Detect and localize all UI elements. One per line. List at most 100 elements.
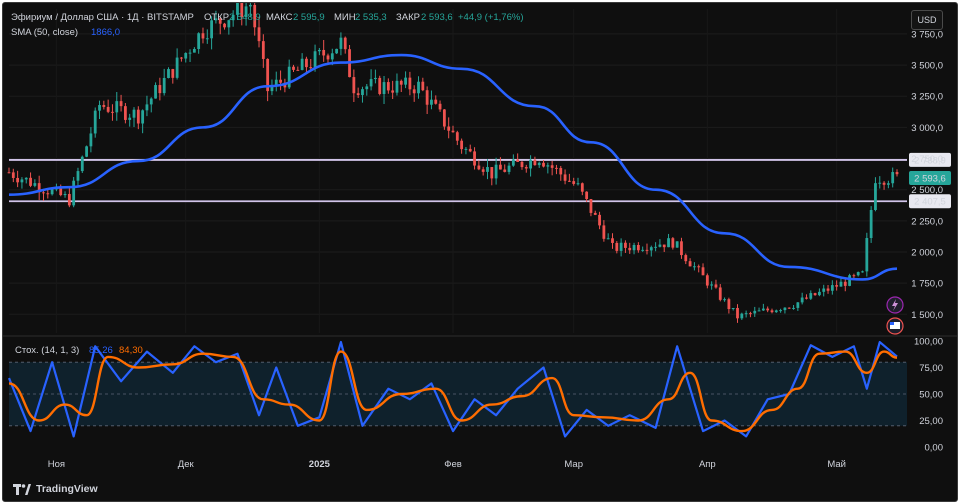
candle-body	[399, 80, 403, 85]
candle-body	[830, 285, 834, 291]
candle-body	[602, 225, 606, 239]
candle-body	[546, 165, 550, 167]
candle-body	[813, 293, 817, 296]
candle-body	[727, 299, 731, 310]
candle-body	[576, 183, 580, 185]
candle-body	[749, 313, 752, 315]
candle-body	[774, 310, 778, 313]
candle-body	[589, 199, 593, 213]
candle-body	[507, 165, 511, 172]
candle-body	[882, 182, 886, 185]
candle-body	[128, 117, 132, 120]
candle-body	[856, 272, 860, 276]
time-tick-label: Апр	[699, 459, 716, 470]
candle-body	[386, 82, 390, 91]
candle-body	[309, 67, 313, 69]
candle-body	[624, 242, 627, 248]
candle-body	[753, 310, 757, 314]
candle-body	[292, 66, 295, 70]
candle-body	[184, 53, 188, 59]
stoch-tick-label: 25,00	[919, 416, 943, 427]
candle-body	[585, 191, 589, 200]
candle-body	[598, 214, 601, 226]
candle-body	[374, 77, 377, 80]
sma-value: 1866,0	[91, 27, 120, 38]
candle-body	[675, 241, 679, 248]
candle-body	[468, 148, 472, 152]
candle-body	[339, 37, 343, 49]
candle-body	[201, 33, 205, 39]
candle-body	[559, 168, 563, 175]
candle-body	[718, 287, 722, 300]
stoch-tick-label: 50,00	[919, 390, 943, 401]
symbol-title: Эфириум / Доллар США · 1Д · BITSTAMP	[11, 12, 194, 23]
candle-body	[29, 177, 32, 186]
price-tick-label: 3 000,0	[911, 123, 943, 134]
candle-body	[365, 86, 369, 90]
candle-body	[296, 69, 300, 71]
candle-body	[132, 109, 136, 118]
candle-body	[766, 308, 770, 311]
candle-body	[865, 238, 869, 272]
candle-body	[658, 244, 662, 247]
candle-body	[878, 182, 882, 184]
candle-body	[731, 307, 735, 310]
candle-body	[322, 49, 326, 56]
candle-body	[567, 180, 571, 182]
candle-body	[438, 103, 442, 110]
candle-body	[408, 77, 412, 90]
candle-body	[115, 101, 119, 113]
sma-label: SMA (50, close)	[11, 27, 78, 38]
candle-body	[111, 111, 114, 113]
candle-body	[356, 93, 360, 96]
candle-body	[593, 212, 597, 215]
level-price-label: 2 407,5	[914, 197, 946, 208]
price-tick-label: 2 250,0	[911, 216, 943, 227]
candle-body	[343, 37, 347, 50]
price-tick-label: 3 750,0	[911, 29, 943, 40]
time-tick-label: Дек	[178, 459, 195, 470]
candle-body	[330, 53, 334, 60]
chart-canvas[interactable]: 2 738,92 407,52 593,6 100,0075,0050,0025…	[3, 3, 957, 501]
candle-body	[20, 179, 24, 183]
candle-body	[692, 266, 696, 268]
candle-body	[421, 81, 425, 91]
candle-body	[572, 181, 576, 184]
candle-body	[404, 77, 407, 85]
candle-body	[72, 180, 76, 206]
candle-body	[352, 77, 356, 94]
candle-body	[175, 57, 179, 78]
currency-button[interactable]: USD	[911, 10, 943, 30]
candle-body	[477, 165, 481, 170]
candle-body	[619, 242, 623, 251]
candle-body	[180, 57, 183, 59]
candle-body	[451, 130, 455, 133]
candle-body	[641, 249, 645, 251]
open-value: 2 548,9	[229, 12, 261, 23]
candle-body	[317, 49, 321, 52]
candle-body	[524, 167, 528, 169]
low-label: МИН	[334, 12, 356, 23]
candle-body	[520, 161, 524, 168]
tradingview-logo[interactable]: TradingView	[13, 483, 98, 495]
candle-body	[542, 162, 545, 167]
candle-body	[710, 284, 714, 286]
candle-body	[787, 307, 791, 309]
candle-body	[667, 238, 670, 248]
candle-body	[662, 244, 666, 248]
candle-body	[210, 20, 214, 39]
time-tick-label: Ноя	[48, 459, 65, 470]
stoch-label: Стох. (14, 1, 3)	[15, 345, 79, 356]
candle-body	[852, 275, 856, 277]
candle-body	[434, 99, 438, 104]
candle-body	[481, 169, 485, 172]
candle-body	[796, 302, 800, 308]
open-label: ОТКР	[204, 12, 229, 23]
candle-body	[503, 169, 507, 172]
candle-body	[335, 48, 339, 54]
candle-body	[869, 210, 873, 239]
candle-body	[171, 69, 175, 78]
candle-body	[835, 285, 839, 287]
candle-body	[628, 247, 632, 251]
chart-frame: 2 738,9 2 407,5 2 593,6 100,00 75,00 50,00 25…	[2, 2, 958, 502]
